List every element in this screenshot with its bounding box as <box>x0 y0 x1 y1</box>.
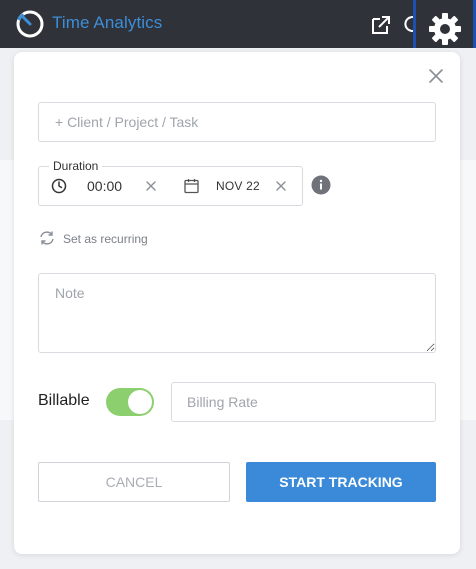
duration-box: Duration 00:00 NOV 22 <box>38 159 303 206</box>
manual-entry-modal: Duration 00:00 NOV 22 Set as recurring <box>14 52 460 554</box>
billable-toggle[interactable] <box>106 388 154 416</box>
clear-date-icon[interactable] <box>275 180 287 192</box>
calendar-icon[interactable] <box>184 178 199 194</box>
start-tracking-button[interactable]: START TRACKING <box>246 462 436 502</box>
info-icon[interactable] <box>311 175 331 195</box>
duration-label: Duration <box>49 159 103 173</box>
billing-rate-field[interactable] <box>171 382 436 422</box>
duration-time-value[interactable]: 00:00 <box>87 178 122 194</box>
toggle-knob <box>128 390 152 414</box>
recurring-icon <box>40 231 54 245</box>
billing-rate-input[interactable] <box>172 383 435 421</box>
duration-date-value[interactable]: NOV 22 <box>216 179 260 193</box>
project-field[interactable] <box>38 102 436 142</box>
cancel-button[interactable]: CANCEL <box>38 462 230 502</box>
clear-time-icon[interactable] <box>145 180 157 192</box>
project-input[interactable] <box>39 103 435 141</box>
billable-label: Billable <box>38 392 90 409</box>
recurring-label: Set as recurring <box>63 232 148 246</box>
clock-icon[interactable] <box>51 178 67 194</box>
note-textarea[interactable] <box>39 274 435 352</box>
clock-logo-icon <box>16 10 44 38</box>
app-title: Time Analytics <box>52 13 163 32</box>
gear-icon <box>429 13 461 45</box>
external-link-icon[interactable] <box>369 13 393 37</box>
top-bar: Time Analytics <box>0 0 476 63</box>
close-icon[interactable] <box>426 66 446 86</box>
note-field[interactable] <box>38 273 436 353</box>
